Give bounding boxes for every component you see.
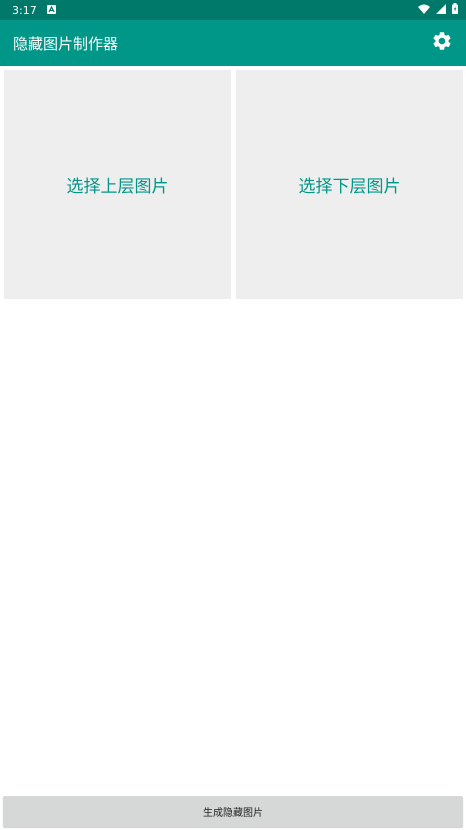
signal-icon bbox=[436, 3, 446, 17]
wifi-icon bbox=[418, 4, 430, 17]
select-upper-image-label: 选择上层图片 bbox=[66, 177, 169, 197]
generate-hidden-image-button[interactable]: 生成隐藏图片 bbox=[3, 796, 463, 827]
select-lower-image-label: 选择下层图片 bbox=[298, 177, 401, 197]
status-time: 3:17 bbox=[12, 3, 37, 17]
status-right bbox=[418, 3, 458, 17]
battery-icon bbox=[452, 3, 458, 17]
app-title: 隐藏图片制作器 bbox=[13, 34, 119, 53]
select-lower-image-button[interactable]: 选择下层图片 bbox=[236, 70, 463, 299]
notification-a-icon bbox=[46, 4, 56, 17]
status-bar: 3:17 bbox=[0, 0, 466, 20]
settings-button[interactable] bbox=[430, 31, 454, 55]
gear-icon bbox=[431, 30, 453, 56]
generate-hidden-image-label: 生成隐藏图片 bbox=[203, 808, 263, 819]
app-bar: 隐藏图片制作器 bbox=[0, 20, 466, 66]
status-left: 3:17 bbox=[12, 4, 56, 17]
select-upper-image-button[interactable]: 选择上层图片 bbox=[4, 70, 231, 299]
